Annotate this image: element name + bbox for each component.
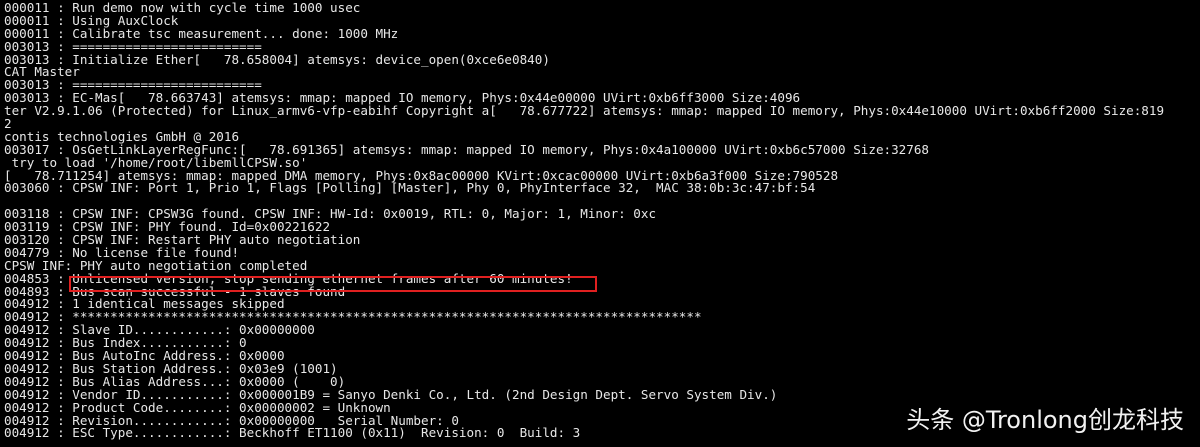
- terminal-output: 000011 : Run demo now with cycle time 10…: [4, 0, 1165, 440]
- terminal-line: 003060 : CPSW INF: Port 1, Prio 1, Flags…: [4, 180, 816, 196]
- terminal-window[interactable]: 000011 : Run demo now with cycle time 10…: [0, 0, 1200, 447]
- terminal-line: 003013 : Initialize Ether[ 78.658004] at…: [4, 51, 550, 67]
- watermark-text: 头条 @Tronlong创龙科技: [906, 406, 1184, 434]
- highlight-box: [69, 276, 597, 292]
- terminal-line: ter V2.9.1.06 (Protected) for Linux_armv…: [4, 103, 1165, 119]
- terminal-line: 000011 : Run demo now with cycle time 10…: [4, 0, 361, 15]
